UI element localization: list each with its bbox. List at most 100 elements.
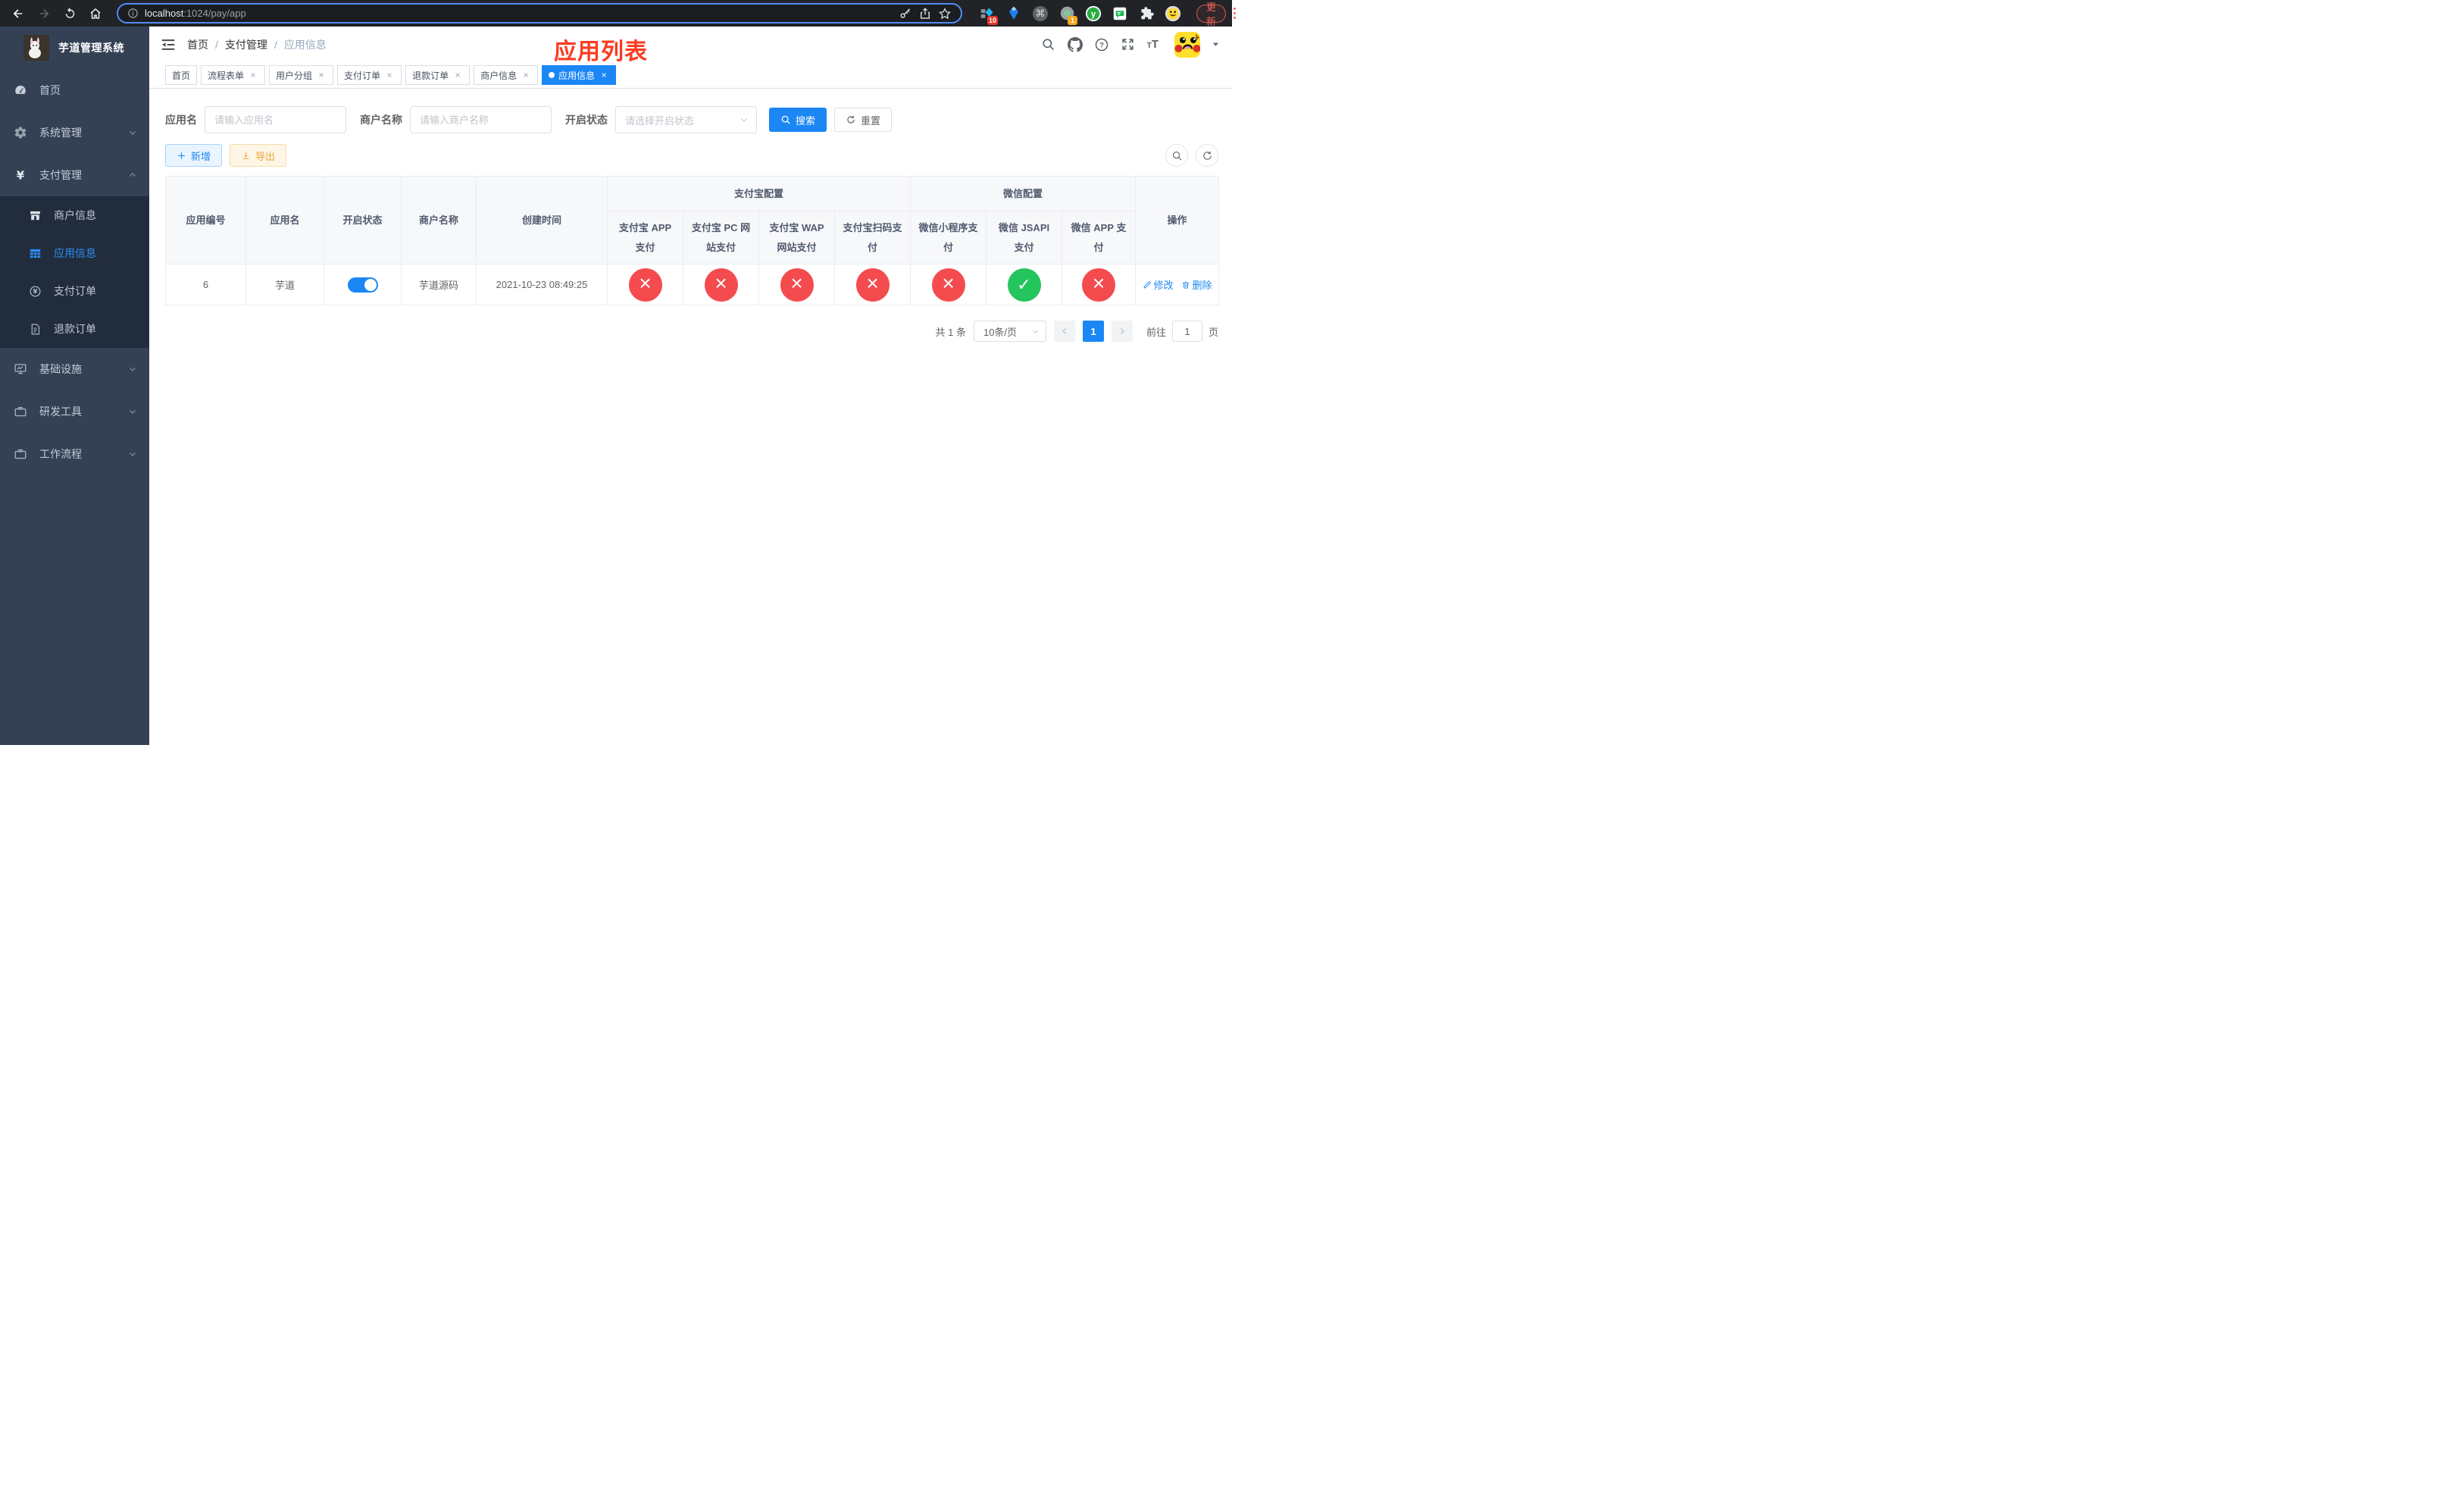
balloon-icon <box>1009 6 1018 20</box>
extension-chat[interactable] <box>1112 5 1128 22</box>
breadcrumb-payment[interactable]: 支付管理 <box>225 37 267 52</box>
tab-pay-orders[interactable]: 支付订单 × <box>337 65 402 85</box>
search-icon <box>1172 151 1182 161</box>
col-create-time: 创建时间 <box>476 176 608 265</box>
browser-reload-button[interactable] <box>59 3 80 24</box>
tab-app-info[interactable]: 应用信息 × <box>542 65 617 85</box>
sidebar-item-label: 系统管理 <box>39 127 82 139</box>
sidebar-item-infrastructure[interactable]: 基础设施 <box>0 348 149 390</box>
password-key-button[interactable] <box>899 7 912 20</box>
url-host: localhost <box>145 8 184 19</box>
share-button[interactable] <box>918 7 932 20</box>
close-icon[interactable]: × <box>316 70 327 80</box>
sidebar-item-merchant-info[interactable]: 商户信息 <box>0 196 149 234</box>
cell-alipay-qr <box>833 264 911 305</box>
tab-label: 支付订单 <box>344 70 381 81</box>
sidebar-item-dev-tools[interactable]: 研发工具 <box>0 390 149 433</box>
refresh-table-button[interactable] <box>1196 144 1218 167</box>
fullscreen-button[interactable] <box>1121 37 1136 52</box>
extension-yuque[interactable]: y <box>1085 5 1102 22</box>
edit-link[interactable]: 修改 <box>1143 277 1174 292</box>
export-button[interactable]: 导出 <box>230 144 287 167</box>
page-number-1[interactable]: 1 <box>1082 321 1104 342</box>
sidebar-item-pay-orders[interactable]: ¥ 支付订单 <box>0 272 149 310</box>
browser-forward-button[interactable] <box>33 3 55 24</box>
status-cross-icon <box>931 268 965 302</box>
sidebar-item-workflow[interactable]: 工作流程 <box>0 433 149 475</box>
cell-app-name: 芋道 <box>245 264 324 305</box>
sidebar-item-app-info[interactable]: 应用信息 <box>0 234 149 272</box>
user-avatar[interactable] <box>1174 31 1200 58</box>
sidebar-collapse-icon[interactable] <box>160 36 177 53</box>
github-link-button[interactable] <box>1067 36 1083 52</box>
status-toggle[interactable] <box>347 277 378 293</box>
grid-table-icon <box>30 249 41 258</box>
app-name-input[interactable] <box>205 106 346 133</box>
extensions-puzzle-button[interactable] <box>1138 5 1155 22</box>
rabbit-logo-icon <box>23 35 49 61</box>
tab-process-form[interactable]: 流程表单 × <box>201 65 266 85</box>
extension-balloon[interactable] <box>1005 5 1022 22</box>
search-button-label: 搜索 <box>796 114 816 127</box>
close-icon[interactable]: × <box>599 70 609 80</box>
reset-button[interactable]: 重置 <box>834 108 893 132</box>
download-icon <box>242 152 249 159</box>
breadcrumb-separator: / <box>215 38 218 51</box>
chevron-down-icon <box>130 410 136 414</box>
close-icon[interactable]: × <box>521 70 531 80</box>
add-button[interactable]: 新增 <box>165 144 223 167</box>
breadcrumb-home[interactable]: 首页 <box>187 37 208 52</box>
toggle-search-button[interactable] <box>1165 144 1188 167</box>
col-app-id: 应用编号 <box>165 176 246 265</box>
extension-blue-diamond[interactable]: 10 <box>979 5 998 25</box>
top-navbar: 首页 / 支付管理 / 应用信息 应用列表 ? T T <box>149 27 1232 64</box>
close-icon[interactable]: × <box>384 70 395 80</box>
next-page-button[interactable] <box>1111 321 1133 342</box>
font-size-button[interactable]: TT <box>1147 39 1159 50</box>
svg-text:¥: ¥ <box>17 168 25 182</box>
merchant-name-input[interactable] <box>410 106 552 133</box>
puzzle-icon <box>1140 7 1154 20</box>
sidebar-item-system[interactable]: 系统管理 <box>0 111 149 154</box>
extension-emoji[interactable] <box>1165 5 1181 22</box>
status-select[interactable]: 请选择开启状态 <box>615 106 757 133</box>
sidebar-item-payment[interactable]: ¥ 支付管理 <box>0 154 149 196</box>
browser-update-button[interactable]: 更新 <box>1196 2 1227 27</box>
browser-back-button[interactable] <box>8 3 29 24</box>
col-status: 开启状态 <box>324 176 402 265</box>
caret-down-icon[interactable] <box>1212 40 1220 49</box>
chevron-down-icon <box>130 131 136 135</box>
breadcrumb: 首页 / 支付管理 / 应用信息 <box>187 37 327 52</box>
bookmark-star-button[interactable] <box>938 7 952 20</box>
browser-menu-button[interactable] <box>1234 5 1237 22</box>
goto-page-input[interactable] <box>1171 321 1202 342</box>
help-button[interactable]: ? <box>1094 37 1109 52</box>
header-search-button[interactable] <box>1041 37 1056 52</box>
close-icon[interactable]: × <box>452 70 463 80</box>
pagination: 共 1 条 10条/页 1 前往 页 <box>165 321 1218 342</box>
status-cross-icon <box>704 268 738 302</box>
tab-refund-orders[interactable]: 退款订单 × <box>405 65 471 85</box>
y-green-icon: y <box>1085 5 1102 21</box>
browser-home-button[interactable] <box>85 3 106 24</box>
page-size-select[interactable]: 10条/页 <box>973 321 1046 342</box>
sidebar-item-refund-orders[interactable]: 退款订单 <box>0 310 149 348</box>
url-text: localhost:1024/pay/app <box>145 8 246 19</box>
close-icon[interactable]: × <box>248 70 258 80</box>
prev-page-button[interactable] <box>1053 321 1075 342</box>
tab-home[interactable]: 首页 <box>165 65 198 85</box>
extension-command[interactable]: ⌘ <box>1032 5 1049 22</box>
col-wx-jsapi: 微信 JSAPI 支付 <box>986 211 1063 265</box>
search-form: 应用名 商户名称 开启状态 请选择开启状态 搜索 重置 <box>165 106 1218 133</box>
cell-actions: 修改 删除 <box>1135 264 1220 305</box>
search-button[interactable]: 搜索 <box>769 108 827 132</box>
sidebar-item-label: 商户信息 <box>54 209 96 221</box>
sidebar-item-label: 首页 <box>39 84 61 96</box>
delete-link[interactable]: 删除 <box>1181 277 1212 292</box>
tab-merchant-info[interactable]: 商户信息 × <box>474 65 539 85</box>
status-cross-icon <box>628 268 662 302</box>
extension-recorder[interactable]: 1 <box>1058 5 1077 25</box>
tab-user-group[interactable]: 用户分组 × <box>269 65 334 85</box>
sidebar-item-home[interactable]: 首页 <box>0 69 149 111</box>
url-bar[interactable]: localhost:1024/pay/app <box>117 3 962 23</box>
